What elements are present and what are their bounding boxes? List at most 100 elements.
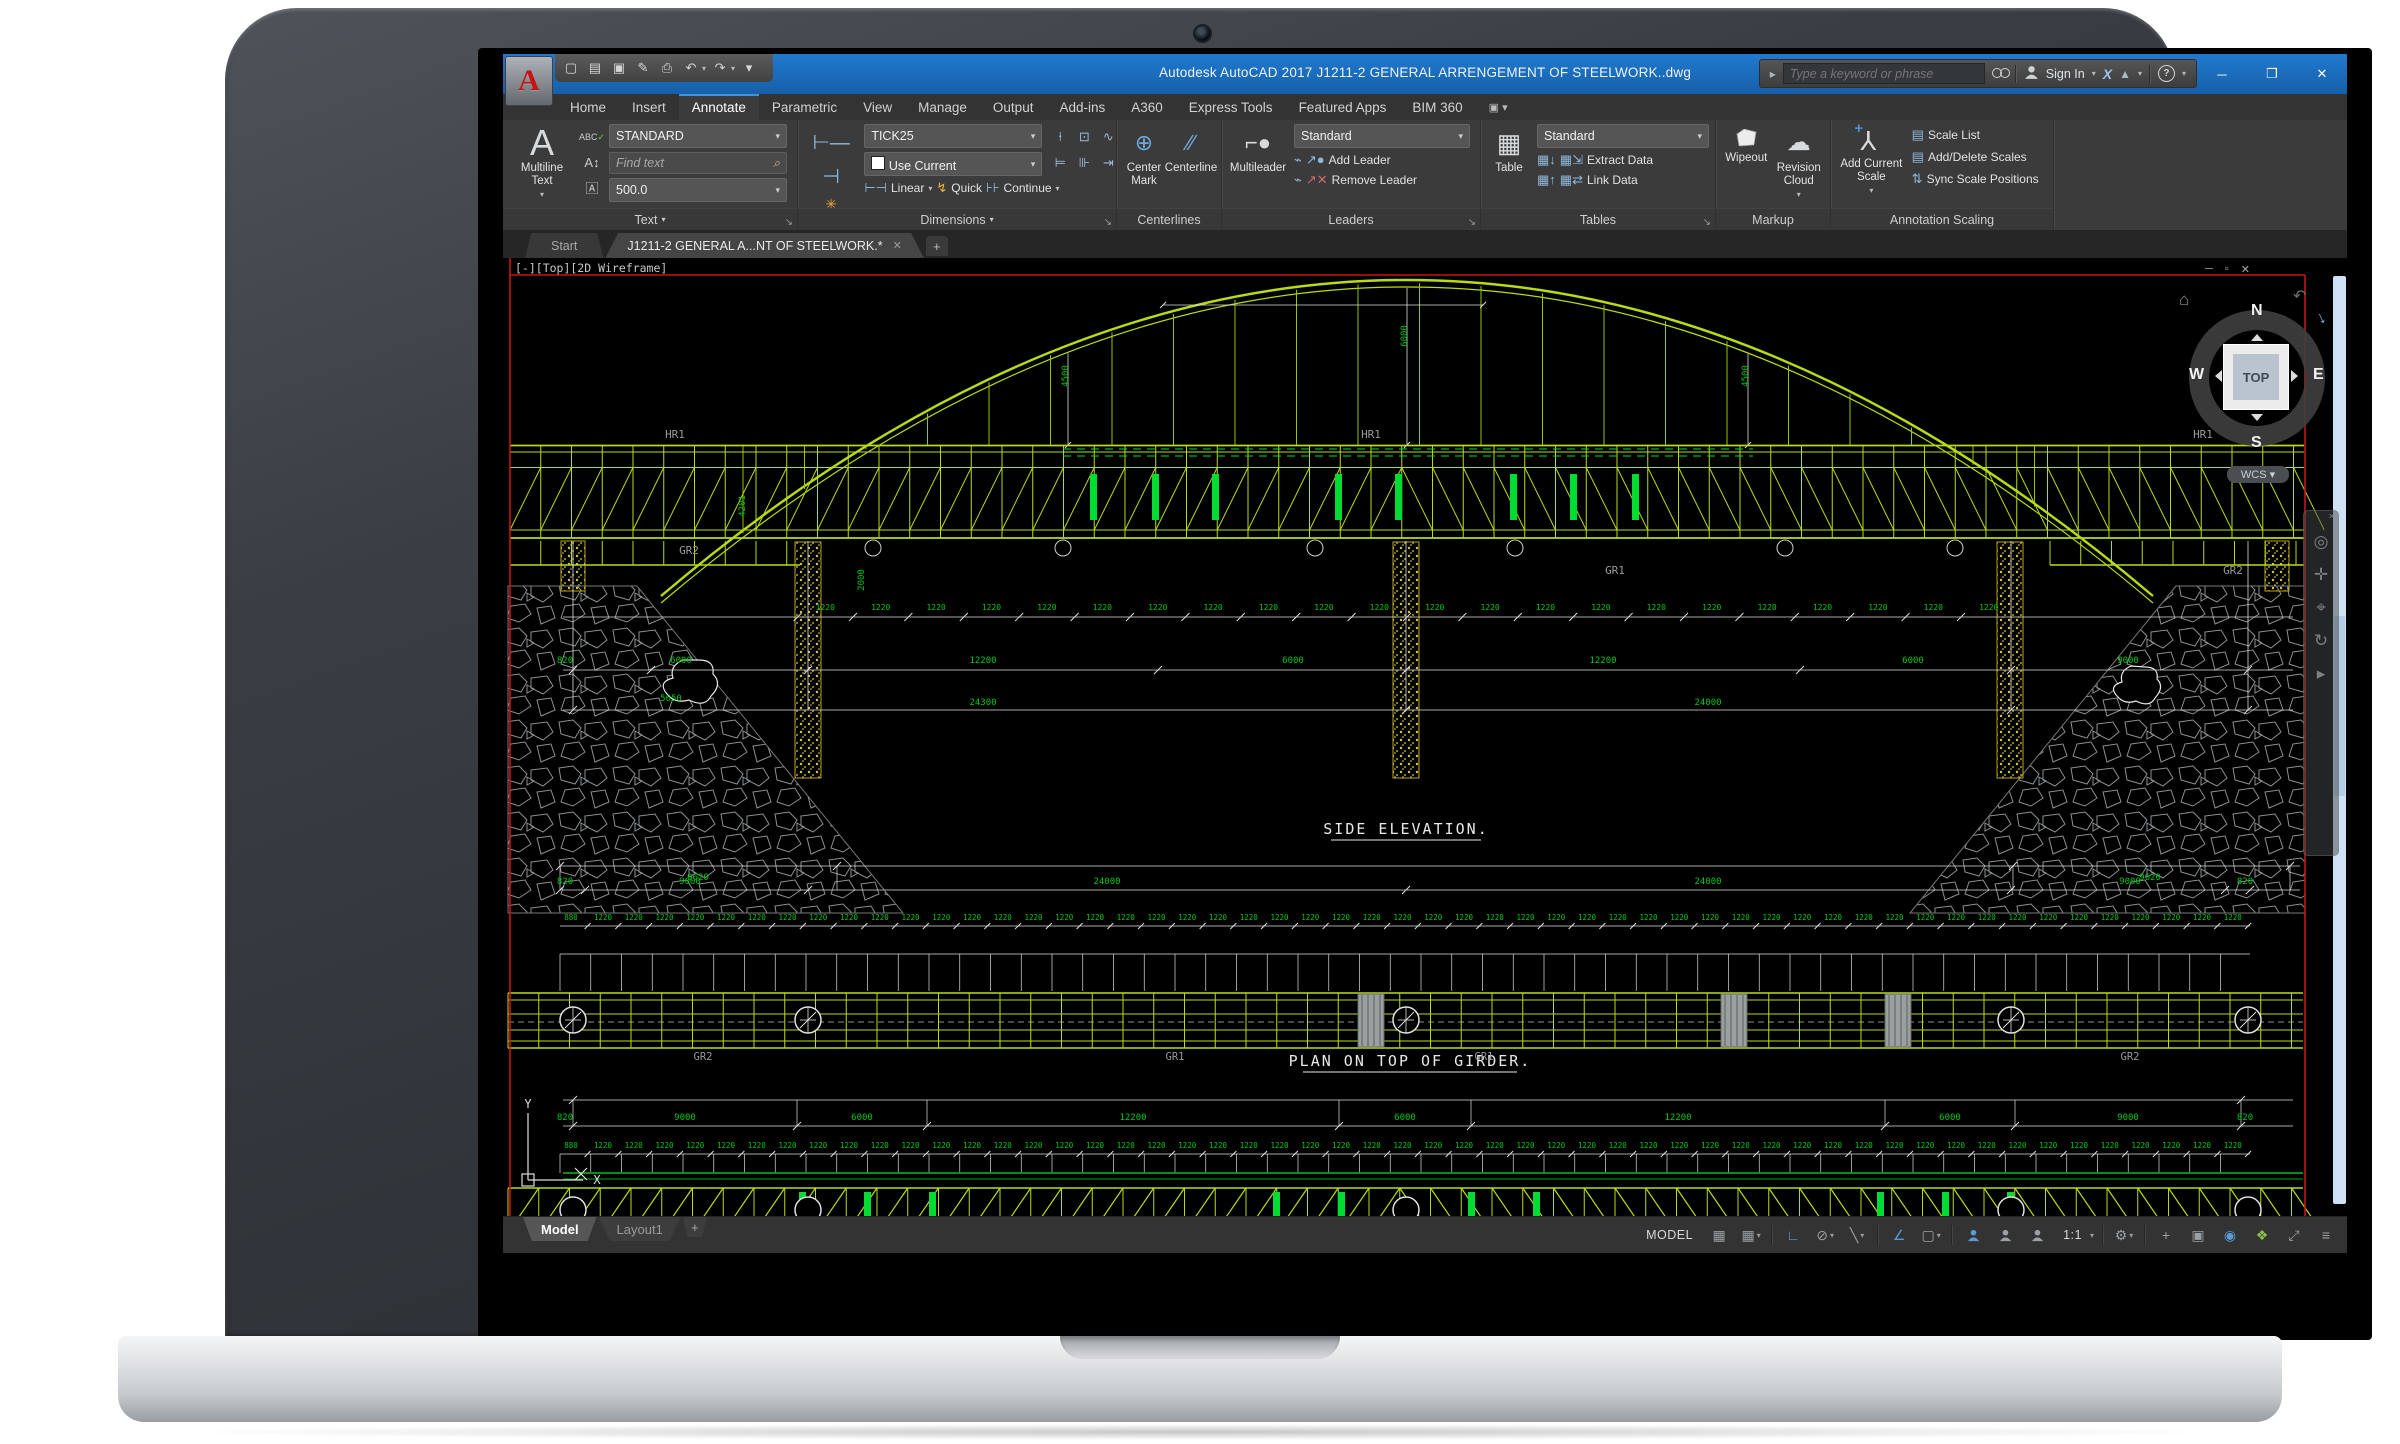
workspace-gear-icon[interactable]: ⚙▾ <box>2109 1222 2139 1248</box>
quick-dim-button[interactable]: Quick <box>951 181 982 195</box>
viewcube-top-face[interactable]: TOP <box>2223 344 2289 410</box>
add-leader-button[interactable]: Add Leader <box>1329 153 1391 167</box>
otrack-icon[interactable]: ∠ <box>1884 1222 1914 1248</box>
navbar-tool-icon-2[interactable]: ⌖ <box>2316 599 2326 616</box>
annotation-visibility-icon[interactable] <box>1958 1222 1988 1248</box>
annotation-scale-icon[interactable] <box>2022 1222 2052 1248</box>
add-current-scale-button[interactable]: ⅄ + Add Current Scale▾ <box>1837 124 1906 205</box>
ribbon-tab-parametric[interactable]: Parametric <box>759 94 850 120</box>
annotation-autoscale-icon[interactable] <box>1990 1222 2020 1248</box>
a360-icon[interactable]: ▲ <box>2119 67 2131 81</box>
centerline-button[interactable]: ∕∕ Centerline <box>1167 124 1215 205</box>
restore-button[interactable]: ❐ <box>2247 54 2297 94</box>
osnap-icon[interactable]: ▢▾ <box>1916 1222 1946 1248</box>
text-height-select[interactable]: 500.0▾ <box>609 178 787 202</box>
ribbon-tab-add-ins[interactable]: Add-ins <box>1046 94 1118 120</box>
viewcube[interactable]: ⌂ ↶ ↓ N S W E TOP <box>2181 294 2333 494</box>
search-input[interactable] <box>1783 63 1985 84</box>
scale-list-button[interactable]: Scale List <box>1928 128 1980 142</box>
navigation-bar[interactable]: ✕◎✛⌖↻▸ <box>2303 510 2339 856</box>
ribbon-tab-home[interactable]: Home <box>557 94 619 120</box>
application-menu-button[interactable]: A <box>505 56 553 106</box>
add-delete-scales-button[interactable]: Add/Delete Scales <box>1928 150 2027 164</box>
isodraft-icon[interactable]: ╲▾ <box>1842 1222 1872 1248</box>
table-style-select[interactable]: Standard▾ <box>1537 124 1709 148</box>
annotation-scale-value[interactable]: 1:1▾ <box>2054 1222 2097 1248</box>
remove-leader-button[interactable]: Remove Leader <box>1332 173 1417 187</box>
revision-cloud-button[interactable]: ☁ Revision Cloud▾ <box>1774 124 1824 205</box>
wipeout-button[interactable]: Wipeout <box>1722 124 1771 205</box>
viewcube-home-icon[interactable]: ⌂ <box>2179 290 2189 310</box>
layout1-tab[interactable]: Layout1 <box>599 1217 681 1241</box>
ribbon-tab-output[interactable]: Output <box>980 94 1047 120</box>
sync-scale-positions-button[interactable]: Sync Scale Positions <box>1927 172 2039 186</box>
panel-label-dimensions[interactable]: Dimensions▾↘ <box>798 208 1116 230</box>
find-text-input[interactable]: Find text⌕ <box>609 152 787 174</box>
text-style-select[interactable]: STANDARD▾ <box>609 124 787 148</box>
center-mark-button[interactable]: ⊕ Center Mark <box>1123 124 1165 205</box>
continue-button[interactable]: Continue <box>1004 181 1052 195</box>
ribbon-tab--[interactable]: ▣ ▾ <box>1476 94 1521 120</box>
link-data-button[interactable]: Link Data <box>1587 173 1638 187</box>
check-spelling-icon[interactable]: ABC✓ <box>581 126 603 148</box>
ribbon-tab-annotate[interactable]: Annotate <box>679 94 759 120</box>
dimension-button[interactable]: ⊢—⊣ ✳ Dimension <box>804 124 858 205</box>
wcs-dropdown[interactable]: WCS ▾ <box>2227 466 2289 483</box>
search-icon[interactable] <box>1992 66 2008 81</box>
ortho-icon[interactable]: ∟ <box>1778 1222 1808 1248</box>
file-tab-drawing[interactable]: J1211-2 GENERAL A...NT OF STEELWORK.* ✕ <box>605 233 923 258</box>
drawing-canvas[interactable]: 1220122012201220122012201220122012201220… <box>503 258 2347 1216</box>
polar-tracking-icon[interactable]: ⊘▾ <box>1810 1222 1840 1248</box>
infocenter-collapse-icon[interactable]: ▸ <box>1770 67 1776 81</box>
dim-tools-icons[interactable]: ⍿⊡∿⊨⊪⇥ <box>1048 124 1120 205</box>
ribbon-tab-insert[interactable]: Insert <box>619 94 679 120</box>
viewcube-orbit-arrow-icon[interactable]: ↓ <box>2313 307 2329 329</box>
extract-data-button[interactable]: Extract Data <box>1587 153 1653 167</box>
ribbon-tab-express-tools[interactable]: Express Tools <box>1176 94 1286 120</box>
navbar-tool-icon-1[interactable]: ✛ <box>2314 566 2328 583</box>
viewport-window-controls[interactable]: ─▫✕ <box>2205 263 2250 276</box>
dim-style-select[interactable]: TICK25▾ <box>864 124 1042 148</box>
viewcube-east[interactable]: E <box>2313 366 2324 384</box>
exchange-apps-icon[interactable]: X <box>2103 66 2112 82</box>
grid-icon[interactable]: ▦ <box>1704 1222 1734 1248</box>
annotation-monitor-icon[interactable]: + <box>2151 1222 2181 1248</box>
viewcube-west[interactable]: W <box>2189 366 2204 384</box>
new-layout-button[interactable]: + <box>683 1217 707 1237</box>
panel-label-tables[interactable]: Tables↘ <box>1481 208 1715 230</box>
viewcube-north[interactable]: N <box>2251 302 2263 320</box>
file-tab-close-icon[interactable]: ✕ <box>893 239 902 252</box>
sign-in-button[interactable]: Sign In <box>2046 67 2085 81</box>
graphics-performance-icon[interactable]: ◉ <box>2215 1222 2245 1248</box>
multileader-button[interactable]: ⌐● Multileader <box>1228 124 1288 205</box>
navbar-tool-icon-0[interactable]: ◎ <box>2314 533 2329 550</box>
customization-icon[interactable]: ≡ <box>2311 1222 2341 1248</box>
ribbon-tab-featured-apps[interactable]: Featured Apps <box>1286 94 1400 120</box>
linear-button[interactable]: Linear <box>891 181 924 195</box>
model-space-button[interactable]: MODEL <box>1637 1222 1702 1248</box>
snap-icon[interactable]: ▦▾ <box>1736 1222 1766 1248</box>
panel-label-text[interactable]: Text▾↘ <box>503 208 797 230</box>
viewcube-south[interactable]: S <box>2251 434 2262 452</box>
navbar-tool-icon-3[interactable]: ↻ <box>2314 632 2328 649</box>
close-button[interactable]: ✕ <box>2297 54 2347 94</box>
multiline-text-button[interactable]: A Multiline Text▾ <box>509 124 575 205</box>
minimize-button[interactable]: ─ <box>2197 54 2247 94</box>
text-style-icon[interactable]: 🄰 <box>581 176 603 198</box>
text-align-icon[interactable]: A↕ <box>581 151 603 173</box>
panel-label-leaders[interactable]: Leaders↘ <box>1222 208 1480 230</box>
model-tab[interactable]: Model <box>523 1217 597 1241</box>
table-button[interactable]: ▦ Table <box>1487 124 1531 205</box>
navbar-tool-icon-4[interactable]: ▸ <box>2317 665 2326 682</box>
help-icon[interactable]: ? <box>2158 65 2175 82</box>
new-drawing-tab-button[interactable]: + <box>926 236 948 256</box>
ribbon-tab-view[interactable]: View <box>850 94 905 120</box>
file-tab-start[interactable]: Start <box>525 233 603 258</box>
sign-in-caret-icon[interactable]: ▾ <box>2092 69 2096 78</box>
clean-screen-icon[interactable]: ❖ <box>2247 1222 2277 1248</box>
ribbon-tab-a360[interactable]: A360 <box>1118 94 1176 120</box>
viewcube-rotate-icon[interactable]: ↶ <box>2293 286 2306 306</box>
leader-style-select[interactable]: Standard▾ <box>1294 124 1470 148</box>
dim-layer-select[interactable]: Use Current▾ <box>864 152 1042 176</box>
ribbon-tab-bim-360[interactable]: BIM 360 <box>1399 94 1475 120</box>
